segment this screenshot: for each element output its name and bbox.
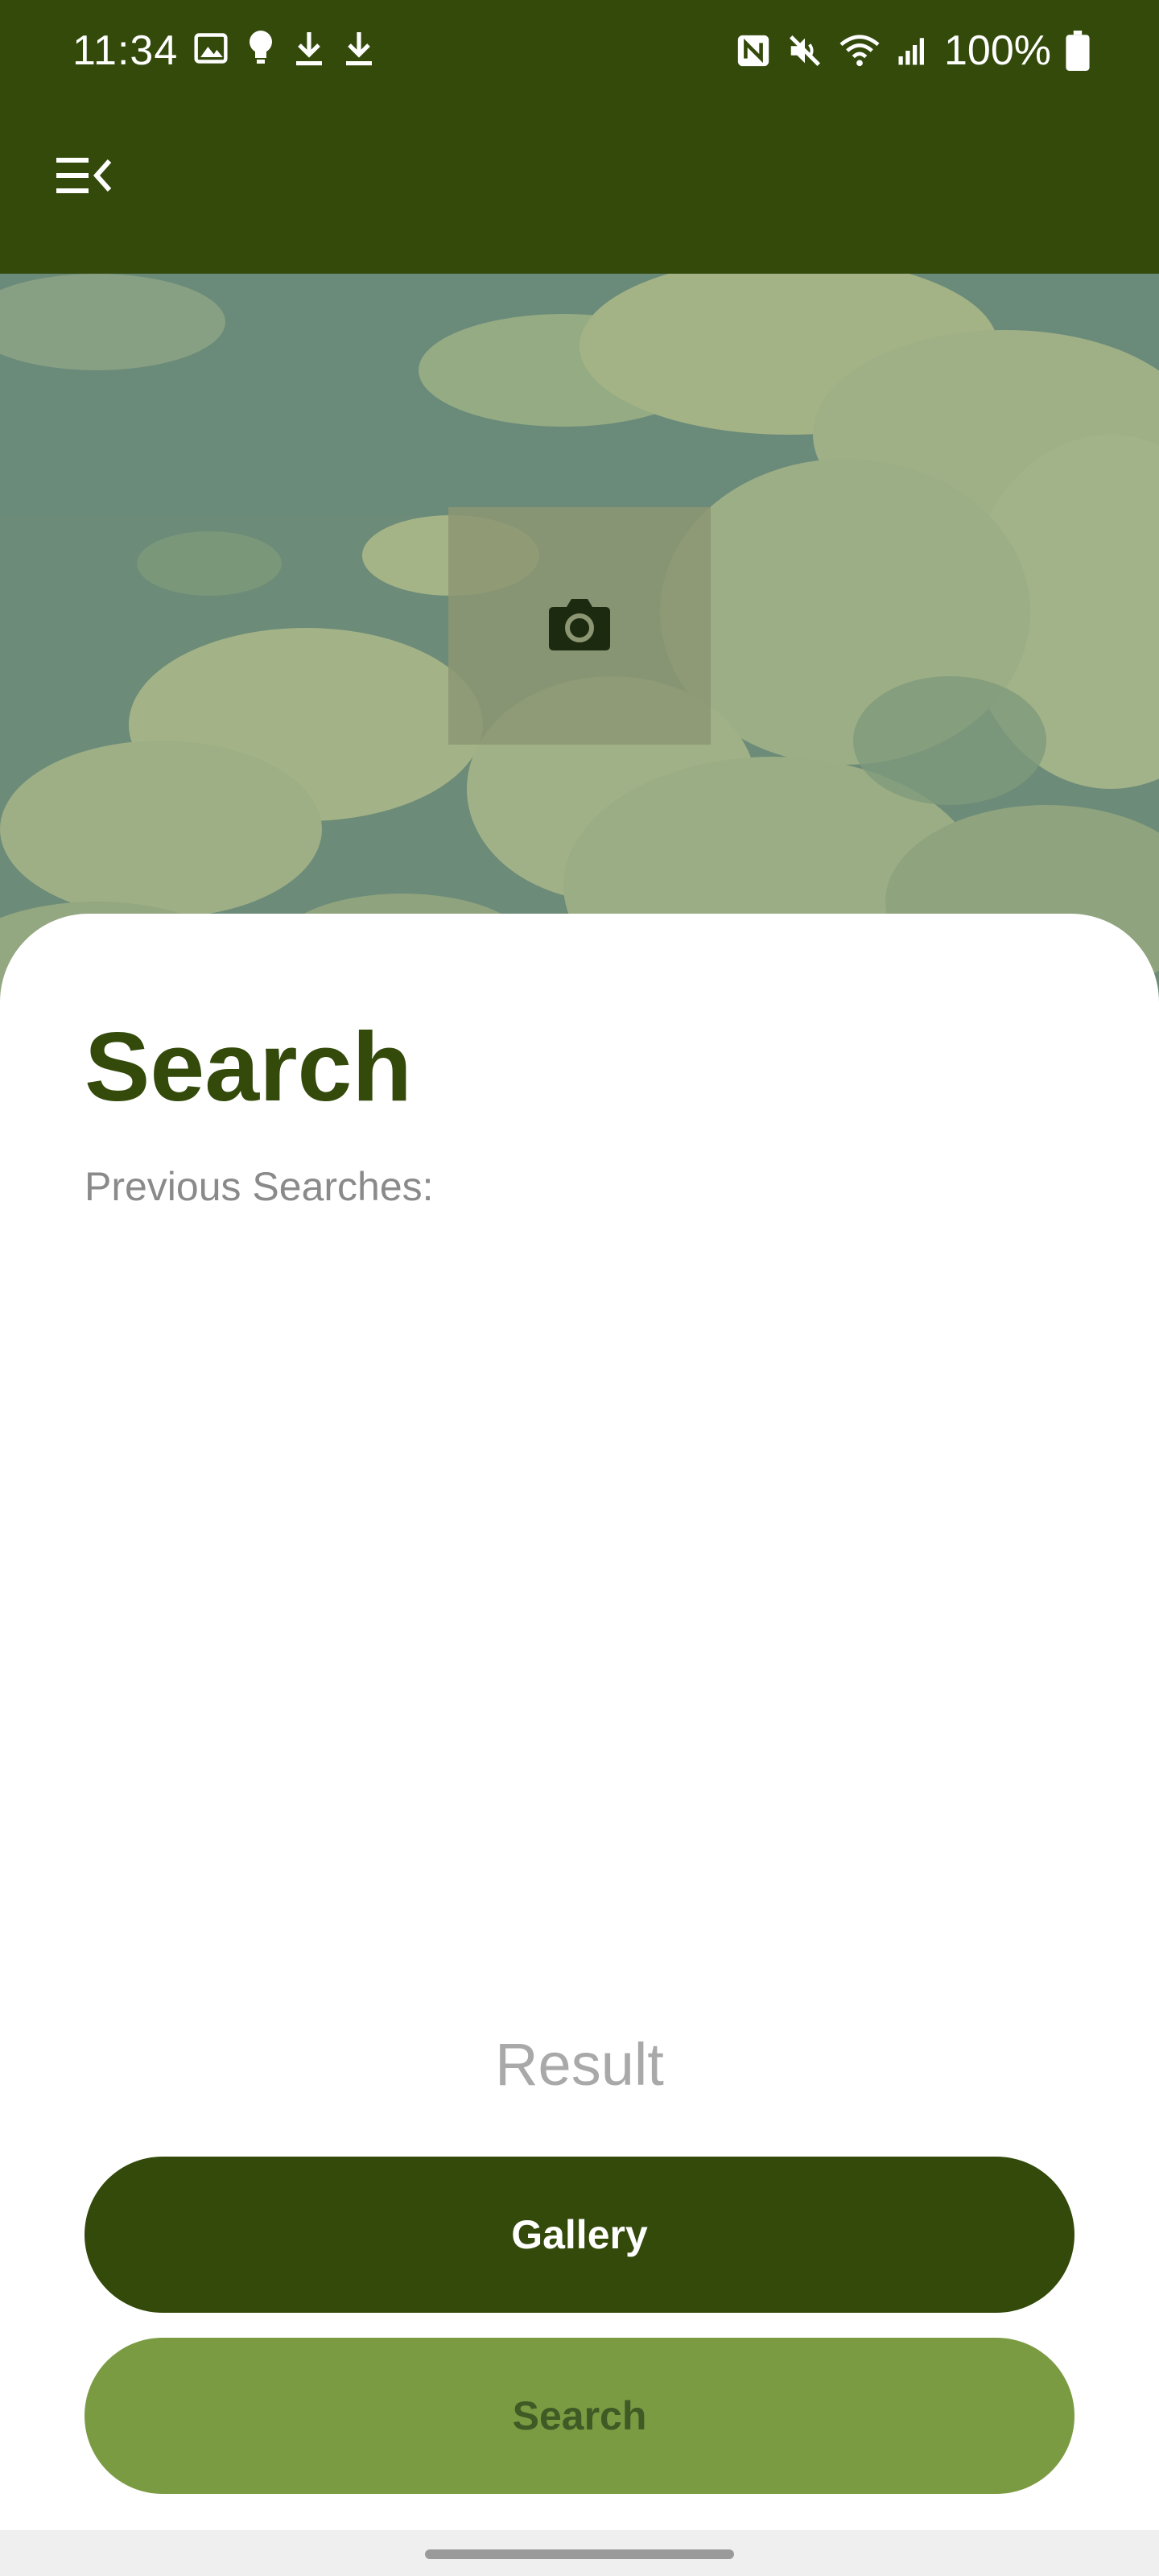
signal-icon (896, 34, 930, 68)
menu-button[interactable] (48, 145, 121, 209)
gallery-button[interactable]: Gallery (85, 2157, 1074, 2313)
status-right: 100% (735, 23, 1090, 79)
battery-icon (1066, 31, 1090, 71)
image-icon (193, 31, 229, 66)
download-icon (343, 29, 375, 68)
page-title: Search (85, 1012, 412, 1121)
status-bar: 11:34 100% (0, 0, 1159, 101)
camera-button[interactable] (448, 507, 711, 745)
download-icon (293, 29, 325, 68)
wifi-icon (838, 32, 881, 69)
nfc-icon (735, 32, 772, 69)
previous-searches-label: Previous Searches: (85, 1164, 434, 1209)
screen: 11:34 100% Search Previous Searches: Res… (0, 0, 1159, 2576)
search-button[interactable]: Search (85, 2338, 1074, 2494)
status-time: 11:34 (72, 27, 179, 74)
top-app-bar: 11:34 100% (0, 0, 1159, 274)
home-indicator[interactable] (425, 2549, 734, 2559)
battery-percentage: 100% (944, 27, 1051, 74)
camera-icon (547, 596, 612, 656)
status-left-icons (193, 29, 375, 68)
lightbulb-icon (246, 29, 275, 68)
menu-open-icon (56, 155, 113, 200)
result-label: Result (495, 2031, 664, 2098)
mute-icon (786, 32, 823, 69)
